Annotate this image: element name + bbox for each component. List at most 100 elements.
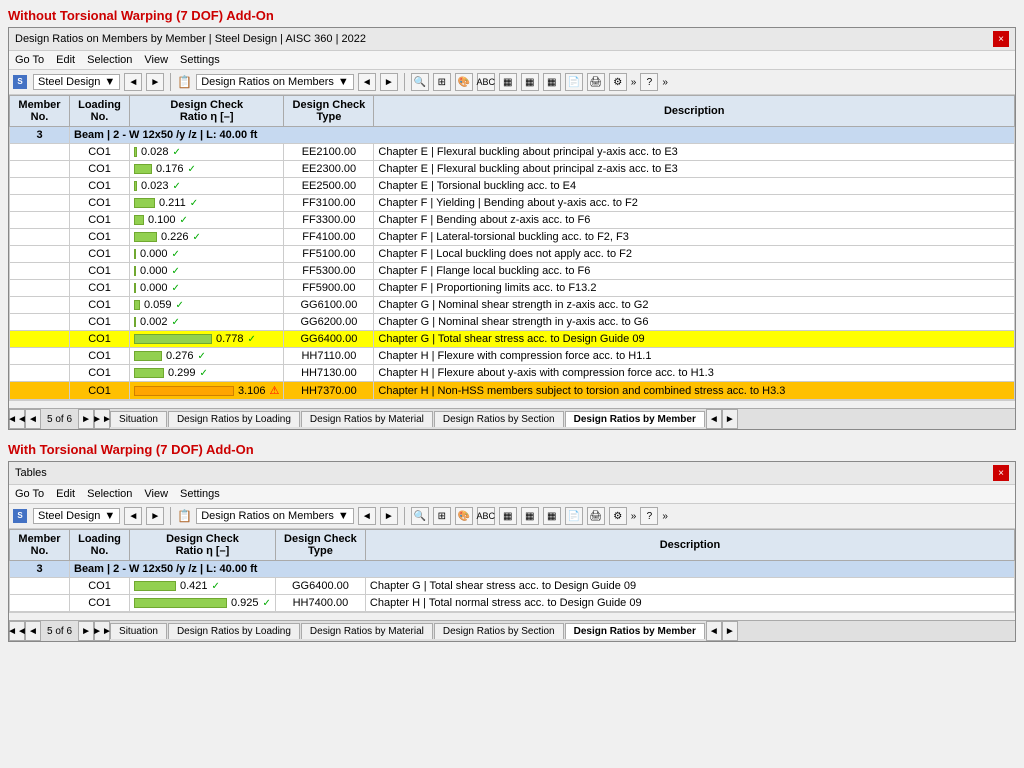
tab-situation[interactable]: Situation [110,411,167,427]
top-next-btn[interactable]: ► [146,73,164,91]
cell-loading: CO1 [70,382,130,400]
cell-member [10,280,70,297]
cell-desc: Chapter F | Flange local buckling acc. t… [374,263,1015,280]
tab-scroll-next[interactable]: ► [722,409,738,429]
ratio-bar [134,266,136,276]
b-divider-1 [170,507,171,525]
b-settings-btn[interactable]: ⚙ [609,507,627,525]
b-prev-btn[interactable]: ◄ [124,507,142,525]
tab-by-member[interactable]: Design Ratios by Member [565,411,705,427]
cell-ratio: 0.276 ✓ [130,348,284,365]
cell-loading: CO1 [70,195,130,212]
b-menu-goto[interactable]: Go To [15,488,44,500]
color-btn[interactable]: 🎨 [455,73,473,91]
tab-scroll-prev[interactable]: ◄ [706,409,722,429]
b-tab-last-btn[interactable]: ►► [94,621,110,641]
export-btn[interactable]: 📄 [565,73,583,91]
grid2-btn[interactable]: ▦ [521,73,539,91]
b-menu-edit[interactable]: Edit [56,488,75,500]
b-grid2-btn[interactable]: ▦ [521,507,539,525]
menu-view[interactable]: View [144,54,168,66]
check-icon: ✓ [172,283,180,294]
b-tab-situation[interactable]: Situation [110,623,167,639]
b-help-btn[interactable]: ? [640,507,658,525]
b-tab-scroll-prev[interactable]: ◄ [706,621,722,641]
b-grid3-btn[interactable]: ▦ [543,507,561,525]
warning-icon: ⚠ [270,384,280,397]
b-table-select[interactable]: Design Ratios on Members ▼ [196,508,354,524]
b-tab-prev-btn[interactable]: ◄ [25,621,41,641]
cell-desc: Chapter E | Torsional buckling acc. to E… [374,178,1015,195]
b-export-btn[interactable]: 📄 [565,507,583,525]
ratio-bar [134,351,162,361]
b-more2-btn[interactable]: » [662,511,668,522]
b-next-btn[interactable]: ► [146,507,164,525]
top-table-select[interactable]: Design Ratios on Members ▼ [196,74,354,90]
b-tab-by-loading[interactable]: Design Ratios by Loading [168,623,300,639]
top-scrollbar[interactable] [9,400,1015,408]
settings-btn[interactable]: ⚙ [609,73,627,91]
b-menu-selection[interactable]: Selection [87,488,132,500]
b-abc-btn[interactable]: ABC [477,507,495,525]
tab-first-btn[interactable]: ◄◄ [9,409,25,429]
tab-last-btn[interactable]: ►► [94,409,110,429]
b-print-btn[interactable]: 🖨 [587,507,605,525]
b-grid-btn[interactable]: ▦ [499,507,517,525]
b-table-next-btn[interactable]: ► [380,507,398,525]
search-btn[interactable]: 🔍 [411,73,429,91]
b-table-prev-btn[interactable]: ◄ [358,507,376,525]
menu-goto[interactable]: Go To [15,54,44,66]
b-tab-scroll-next[interactable]: ► [722,621,738,641]
check-icon: ✓ [172,249,180,260]
b-tab-by-section[interactable]: Design Ratios by Section [434,623,564,639]
tab-by-loading[interactable]: Design Ratios by Loading [168,411,300,427]
ratio-bar [134,164,152,174]
b-filter-btn[interactable]: ⊞ [433,507,451,525]
top-design-select[interactable]: Steel Design ▼ [33,74,120,90]
top-table-prev-btn[interactable]: ◄ [358,73,376,91]
top-table-next-btn[interactable]: ► [380,73,398,91]
cell-loading: CO1 [70,263,130,280]
top-close-button[interactable]: × [993,31,1009,47]
table-row: CO1 0.028 ✓ EE2100.00 Chapter E | Flexur… [10,144,1015,161]
tab-by-section[interactable]: Design Ratios by Section [434,411,564,427]
tab-by-material[interactable]: Design Ratios by Material [301,411,433,427]
menu-selection[interactable]: Selection [87,54,132,66]
filter-btn[interactable]: ⊞ [433,73,451,91]
bottom-close-button[interactable]: × [993,465,1009,481]
table-row: CO1 3.106 ⚠ HH7370.00 Chapter H | Non-HS… [10,382,1015,400]
b-tab-by-member[interactable]: Design Ratios by Member [565,623,705,639]
cell-desc: Chapter H | Flexure about y-axis with co… [374,365,1015,382]
bottom-window-title: Tables [15,467,47,479]
b-design-select[interactable]: Steel Design ▼ [33,508,120,524]
top-window-title: Design Ratios on Members by Member | Ste… [15,33,366,45]
b-color-btn[interactable]: 🎨 [455,507,473,525]
more-btn[interactable]: » [631,77,637,88]
b-tab-first-btn[interactable]: ◄◄ [9,621,25,641]
b-menu-settings[interactable]: Settings [180,488,220,500]
b-tab-page-info: 5 of 6 [41,626,78,637]
print-btn[interactable]: 🖨 [587,73,605,91]
ratio-value: 0.059 [144,299,172,311]
abc-btn[interactable]: ABC [477,73,495,91]
help-btn[interactable]: ? [640,73,658,91]
b-tab-by-material[interactable]: Design Ratios by Material [301,623,433,639]
menu-settings[interactable]: Settings [180,54,220,66]
cell-loading: CO1 [70,280,130,297]
table-row: CO1 0.023 ✓ EE2500.00 Chapter E | Torsio… [10,178,1015,195]
b-search-btn[interactable]: 🔍 [411,507,429,525]
bottom-scrollbar[interactable] [9,612,1015,620]
b-more-btn[interactable]: » [631,511,637,522]
top-prev-btn[interactable]: ◄ [124,73,142,91]
ratio-bar [134,215,144,225]
b-table-icon: 📋 [177,509,192,523]
grid-btn[interactable]: ▦ [499,73,517,91]
b-menu-view[interactable]: View [144,488,168,500]
grid3-btn[interactable]: ▦ [543,73,561,91]
ratio-value: 0.002 [140,316,168,328]
more2-btn[interactable]: » [662,77,668,88]
menu-edit[interactable]: Edit [56,54,75,66]
tab-prev-btn[interactable]: ◄ [25,409,41,429]
cell-check: FF5100.00 [284,246,374,263]
cell-loading: CO1 [70,365,130,382]
